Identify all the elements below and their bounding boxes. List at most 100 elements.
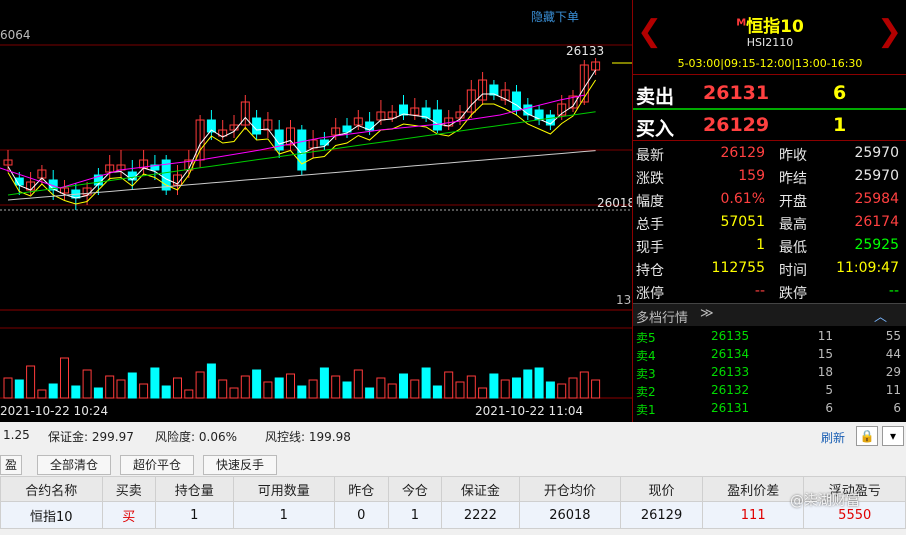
depth-label: 卖4 xyxy=(636,349,656,363)
volume-bar xyxy=(105,375,115,399)
candle-body xyxy=(432,109,442,131)
column-header[interactable]: 买卖 xyxy=(101,476,157,502)
depth-label: 卖1 xyxy=(636,403,656,417)
volume-bar xyxy=(387,383,397,399)
depth-qty: 15 xyxy=(817,347,833,361)
bid-row[interactable]: 买入 26129 1 xyxy=(633,112,906,140)
volume-bar xyxy=(161,385,171,399)
quote-field-row: 最新 26129 昨收 25970 xyxy=(633,143,906,165)
account-left-value: 1.25 xyxy=(3,428,30,442)
column-header[interactable]: 保证金 xyxy=(441,476,520,502)
positions-table: 合约名称 买卖 持仓量 可用数量 昨仓 今仓 保证金 开仓均价 现价 盈利价差 浮动盈亏 恒指10 买… xyxy=(0,476,906,529)
ask-row[interactable]: 卖出 26131 6 xyxy=(633,80,906,108)
contract-prefix: M xyxy=(736,17,747,29)
field-value: 26174 xyxy=(854,214,899,230)
volume-bar xyxy=(376,377,386,399)
position-cell: 111 xyxy=(701,501,805,529)
column-header[interactable]: 现价 xyxy=(620,476,703,502)
position-row[interactable]: 恒指10 买 1 1 0 1 2222 26018 26129 111 5550 xyxy=(0,501,906,529)
volume-bar xyxy=(500,379,510,399)
depth-extra: 44 xyxy=(885,347,901,361)
bid-label: 买入 xyxy=(636,118,675,140)
avg-price-label: 26018 xyxy=(597,196,632,210)
depth-price: 26132 xyxy=(711,383,750,397)
field-label: 昨结 xyxy=(779,171,807,187)
ask-label: 卖出 xyxy=(636,86,675,108)
super-close-button[interactable]: 超价平仓 xyxy=(120,455,194,475)
column-header[interactable]: 可用数量 xyxy=(232,476,336,502)
field-value: 57051 xyxy=(720,214,765,230)
field-value: -- xyxy=(754,283,765,299)
kline-chart[interactable]: 隐藏下单 6064 26133 26018 13 2021-10-22 10:2… xyxy=(0,0,632,422)
bid-price: 26129 xyxy=(703,114,770,136)
volume-bar xyxy=(331,375,341,399)
volume-bar xyxy=(365,387,375,399)
quick-reverse-button[interactable]: 快速反手 xyxy=(203,455,277,475)
volume-bar xyxy=(127,372,137,399)
volume-bar xyxy=(421,367,431,399)
close-all-button[interactable]: 全部清仓 xyxy=(37,455,111,475)
quote-field-row: 涨停 -- 跌停 -- xyxy=(633,281,906,303)
ma-magenta-line xyxy=(0,94,586,189)
quote-field-row: 持仓 112755 时间 11:09:47 xyxy=(633,258,906,280)
collapse-depth-icon[interactable]: ︿ xyxy=(874,306,887,325)
column-header[interactable]: 盈利价差 xyxy=(701,476,805,502)
price-axis-top-label: 6064 xyxy=(0,28,31,42)
depth-extra: 6 xyxy=(893,401,901,415)
depth-price: 26134 xyxy=(711,347,750,361)
volume-bar xyxy=(37,389,47,399)
field-label: 幅度 xyxy=(636,194,664,210)
column-header[interactable]: 今仓 xyxy=(387,476,443,502)
volume-bar xyxy=(591,379,601,399)
volume-bar xyxy=(218,379,228,399)
risk-info: 风险度: 0.06% xyxy=(155,428,237,445)
quote-field-row: 幅度 0.61% 开盘 25984 xyxy=(633,189,906,211)
volume-bar xyxy=(489,373,499,399)
depth-row[interactable]: 卖1 26131 6 6 xyxy=(633,400,906,422)
volume-bar xyxy=(139,383,149,399)
quote-panel: ❮ ❯ M恒指10 HSI2110 5-03:00|09:15-12:00|13… xyxy=(632,0,906,422)
field-label: 现手 xyxy=(636,240,664,256)
column-header[interactable]: 合约名称 xyxy=(0,476,103,502)
tab-partial-close[interactable]: 盈 xyxy=(0,455,22,475)
column-header[interactable]: 昨仓 xyxy=(334,476,389,502)
quote-field-row: 现手 1 最低 25925 xyxy=(633,235,906,257)
volume-bar xyxy=(26,365,36,399)
field-value: 26129 xyxy=(720,145,765,161)
volume-bar xyxy=(240,375,250,399)
volume-bar xyxy=(263,381,273,399)
lock-icon[interactable]: 🔒 xyxy=(856,426,878,446)
volume-bar xyxy=(308,379,318,399)
volume-bar xyxy=(252,369,262,399)
expand-depth-icon[interactable]: ≫ xyxy=(700,306,714,321)
chevron-down-icon[interactable]: ▾ xyxy=(882,426,904,446)
volume-bar xyxy=(150,367,160,399)
field-label: 最新 xyxy=(636,148,664,164)
contract-title: M恒指10 xyxy=(633,12,906,37)
depth-label: 卖2 xyxy=(636,385,656,399)
trading-session: 5-03:00|09:15-12:00|13:00-16:30 xyxy=(677,57,863,70)
candle-body xyxy=(127,171,137,181)
field-value: 11:09:47 xyxy=(836,260,899,276)
volume-bar xyxy=(410,379,420,399)
position-cell: 买 xyxy=(101,501,157,529)
volume-bar xyxy=(512,377,521,399)
volume-bar xyxy=(432,385,442,399)
volume-bar xyxy=(444,371,454,399)
column-header[interactable]: 开仓均价 xyxy=(518,476,622,502)
risk-line-info: 风控线: 199.98 xyxy=(265,428,351,445)
position-cell: 恒指10 xyxy=(0,501,103,529)
field-value: 112755 xyxy=(711,260,765,276)
refresh-button[interactable]: 刷新 xyxy=(821,429,845,446)
depth-price: 26133 xyxy=(711,365,750,379)
volume-bar xyxy=(579,371,589,399)
column-header[interactable]: 持仓量 xyxy=(155,476,234,502)
time-end-label: 2021-10-22 11:04 xyxy=(475,404,584,418)
hide-order-button[interactable]: 隐藏下单 xyxy=(531,8,579,25)
positions-header: 合约名称 买卖 持仓量 可用数量 昨仓 今仓 保证金 开仓均价 现价 盈利价差 浮动盈亏 xyxy=(0,476,906,502)
field-label: 总手 xyxy=(636,217,664,233)
field-value: 159 xyxy=(738,168,765,184)
risk-line-value: 199.98 xyxy=(308,430,351,444)
volume-bar xyxy=(545,381,555,399)
volume-bar xyxy=(466,375,476,399)
